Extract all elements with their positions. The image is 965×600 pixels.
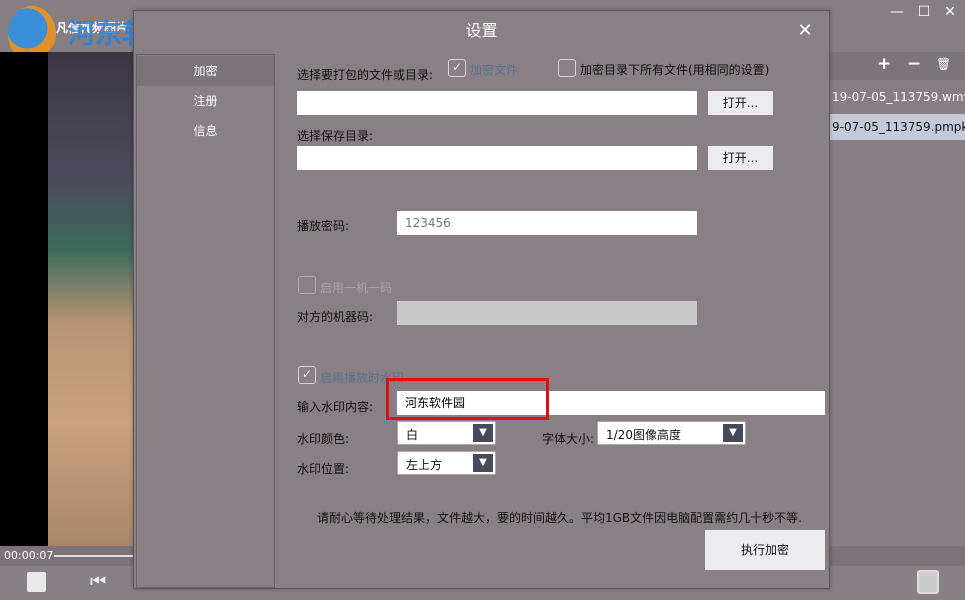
chevron-down-icon: ▼ [723,424,743,442]
font-size-select[interactable]: 1/20图像高度 ▼ [597,421,746,445]
machine-code-label: 对方的机器码: [297,310,374,324]
file-list-panel: + − 🗑 19-07-05_113759.wmv 9-07-05_113759… [829,52,965,546]
font-size-value: 1/20图像高度 [606,428,681,442]
color-label: 水印颜色: [297,432,350,446]
font-size-label: 字体大小: [542,432,595,446]
fullscreen-button[interactable] [917,570,939,594]
chevron-down-icon: ▼ [473,424,493,442]
sidebar-item-encrypt[interactable]: 加密 [137,56,274,86]
trash-icon[interactable]: 🗑 [936,57,951,71]
machine-code-input[interactable] [397,301,697,325]
file-list-toolbar: + − 🗑 [830,52,965,80]
color-select[interactable]: 白 ▼ [397,421,496,445]
current-time: 00:00:07 [4,549,54,562]
remove-file-icon[interactable]: − [907,54,921,74]
position-value: 左上方 [406,458,443,472]
password-label: 播放密码: [297,219,350,233]
notice-text: 请耐心等待处理结果，文件越大，要的时间越久。平均1GB文件因电脑配置需约几十秒不… [317,511,802,525]
encrypt-dir-label: 加密目录下所有文件(用相同的设置) [580,63,770,77]
settings-sidebar: 加密 注册 信息 [136,54,275,588]
minimize-button[interactable]: — [885,2,909,22]
open-save-dir-button[interactable]: 打开... [708,146,773,170]
save-dir-label: 选择保存目录: [297,129,374,143]
encrypt-file-label: 加密文件 [470,63,519,77]
maximize-button[interactable]: ☐ [912,2,936,22]
one-machine-checkbox[interactable] [298,276,316,294]
password-input[interactable] [397,211,697,235]
sidebar-item-info[interactable]: 信息 [137,116,274,146]
select-file-label: 选择要打包的文件或目录: [297,68,434,82]
watermark-content-label: 输入水印内容: [297,400,374,414]
one-machine-label: 启用一机一码 [320,281,393,295]
encrypt-file-checkbox[interactable]: ✓ [448,59,466,77]
video-frame [48,52,133,546]
open-file-button[interactable]: 打开... [708,91,773,115]
seek-progress [54,555,134,557]
watermark-checkbox[interactable]: ✓ [298,366,316,384]
color-value: 白 [406,428,419,442]
file-list-item-selected[interactable]: 9-07-05_113759.pmpk [830,114,965,140]
position-select[interactable]: 左上方 ▼ [397,451,496,475]
add-file-icon[interactable]: + [877,54,891,74]
rewind-button[interactable]: ⏮ [90,570,114,594]
execute-encrypt-button[interactable]: 执行加密 [705,530,825,570]
file-list-item[interactable]: 19-07-05_113759.wmv [830,84,965,110]
sidebar-item-register[interactable]: 注册 [137,86,274,116]
stop-button[interactable] [27,572,46,592]
save-path-input[interactable] [297,146,697,170]
settings-dialog: 设置 ✕ 加密 注册 信息 选择要打包的文件或目录: ✓ 加密文件 加密目录下所… [133,10,830,589]
file-path-input[interactable] [297,91,697,115]
position-label: 水印位置: [297,462,350,476]
dialog-close-button[interactable]: ✕ [793,19,817,43]
close-window-button[interactable]: ✕ [938,2,962,22]
chevron-down-icon: ▼ [473,454,493,472]
encrypt-dir-checkbox[interactable] [558,59,576,77]
highlight-box [386,378,549,420]
dialog-title: 设置 [465,21,498,40]
